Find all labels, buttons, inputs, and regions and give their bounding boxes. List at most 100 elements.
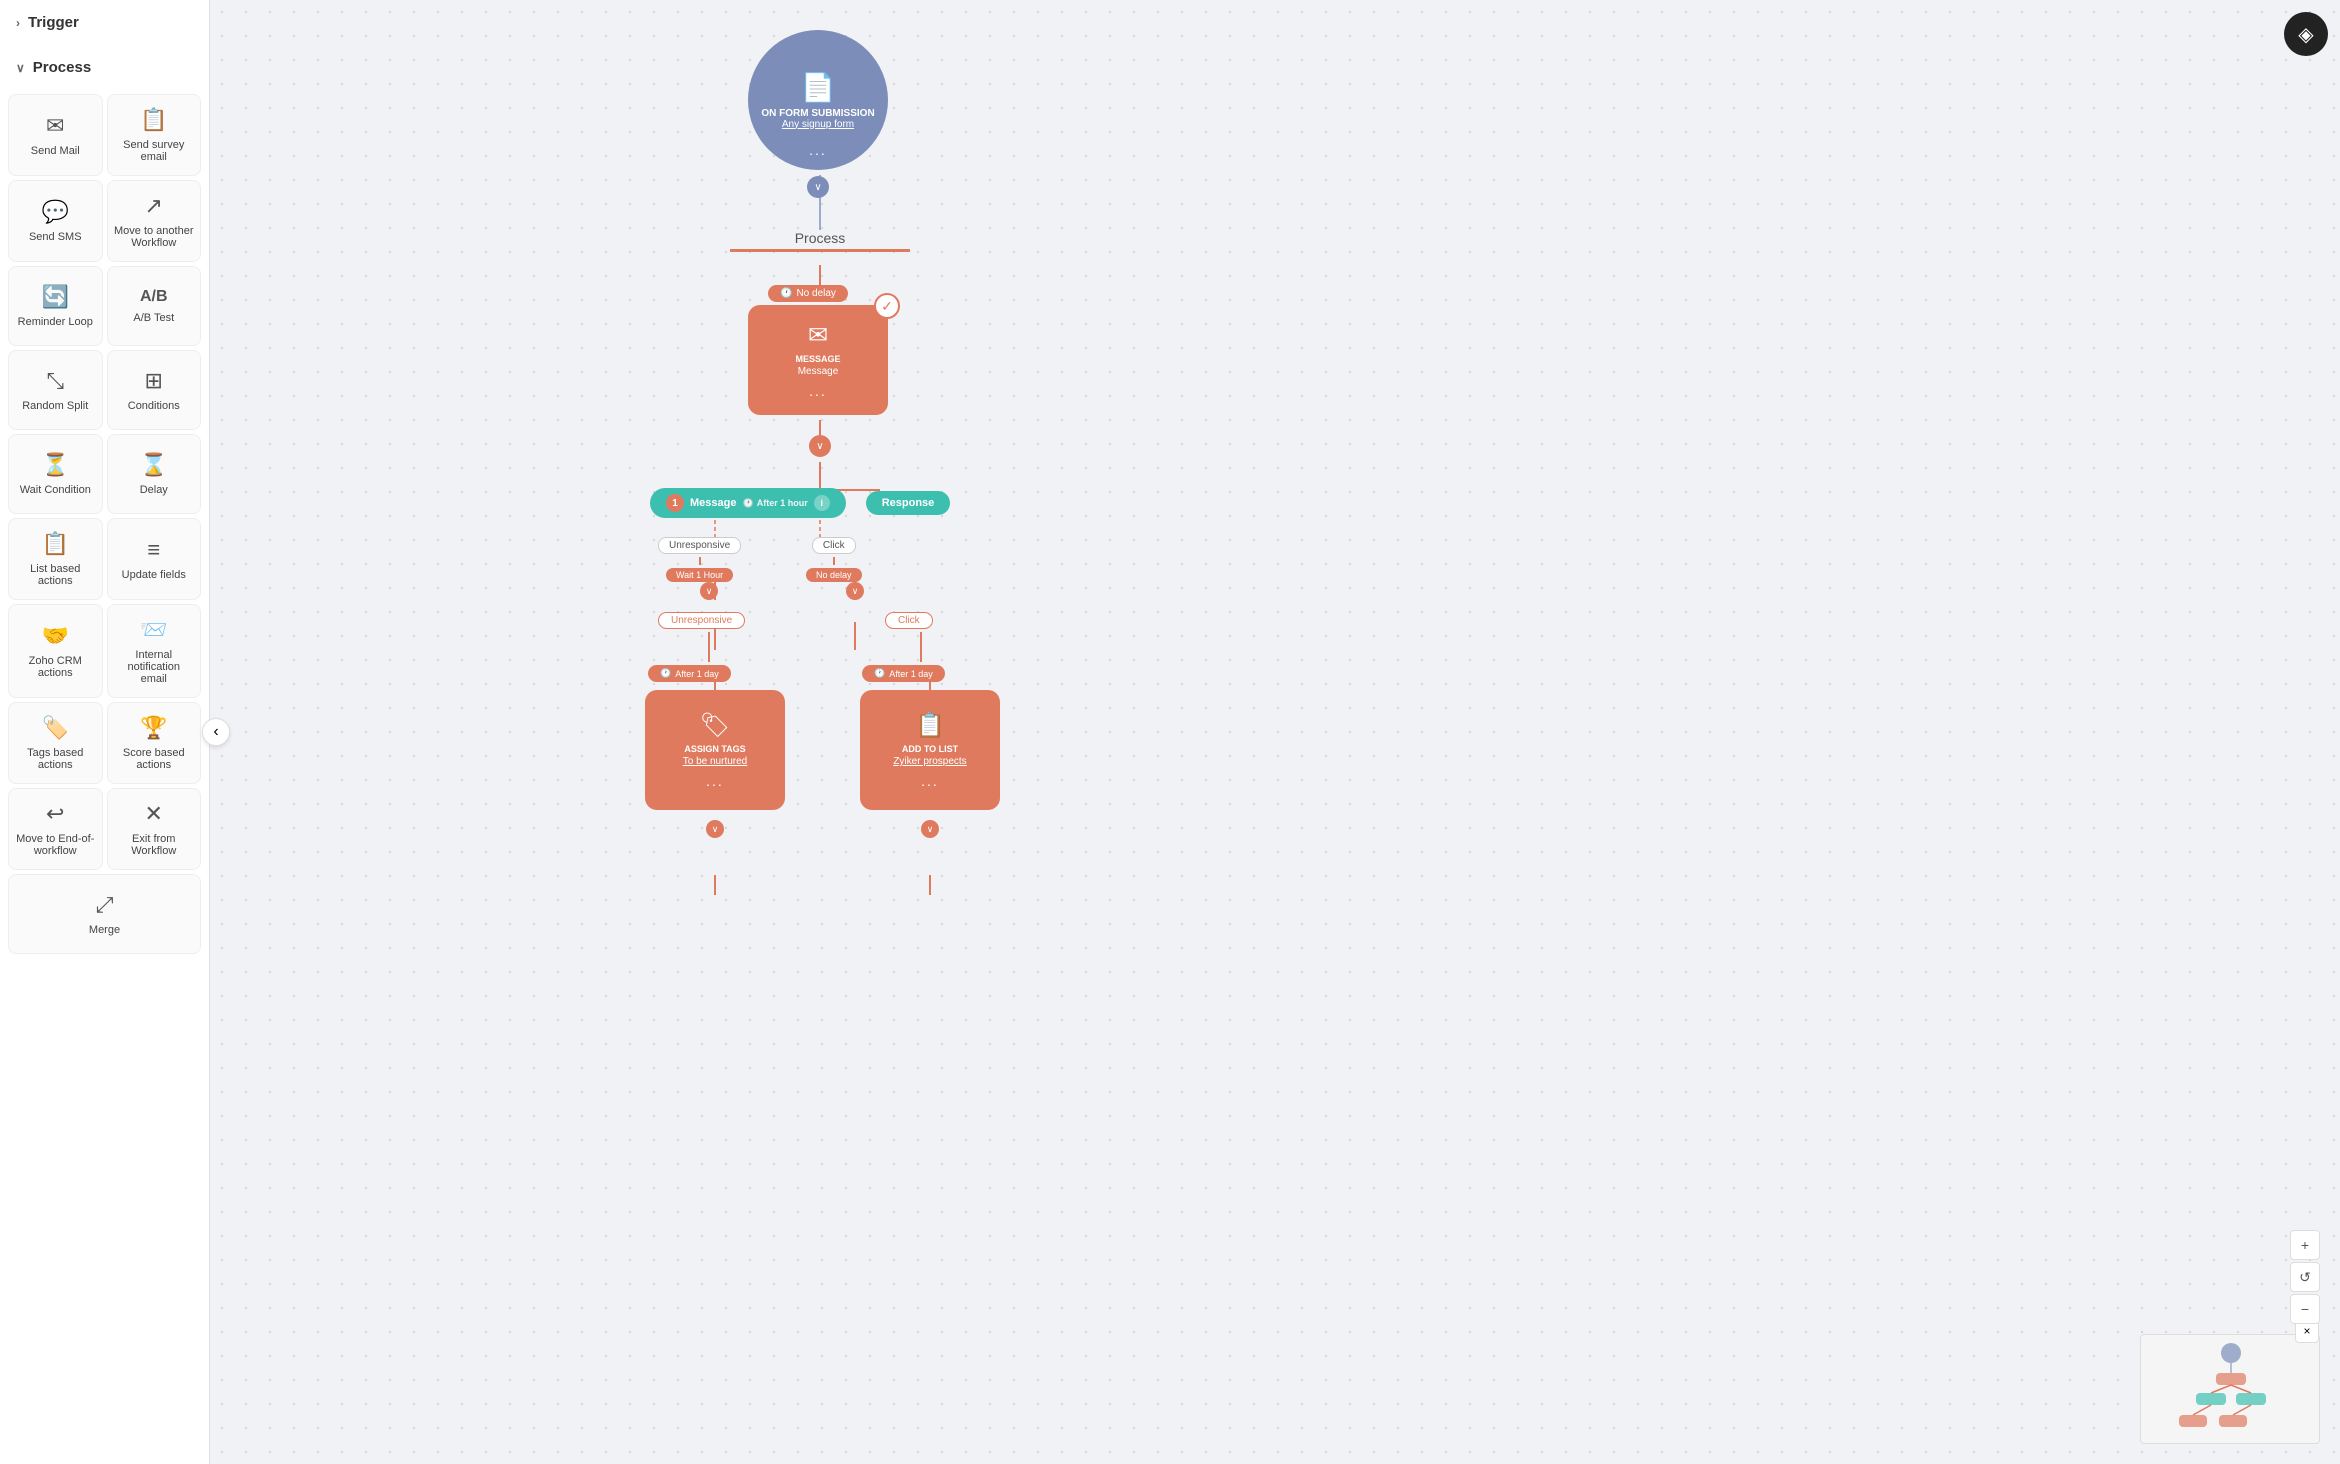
- branch-number: 1: [666, 494, 684, 512]
- chevron-unresponsive: ∨: [700, 582, 718, 600]
- add-to-list-icon: 📋: [915, 711, 945, 740]
- process-chevron: ∨: [16, 61, 25, 75]
- sidebar-item-send-sms[interactable]: 💬 Send SMS: [8, 180, 103, 262]
- toggle-sidebar-button[interactable]: ‹: [202, 718, 230, 746]
- sidebar-item-score-based-actions[interactable]: 🏆 Score based actions: [107, 702, 202, 784]
- trigger-section[interactable]: › Trigger: [0, 0, 209, 45]
- message-branch[interactable]: 1 Message 🕐 After 1 hour i: [650, 488, 846, 518]
- process-label: Process: [33, 59, 91, 76]
- message-chevron: ∨: [809, 435, 831, 457]
- zoom-out-icon: −: [2301, 1301, 2309, 1317]
- sidebar-grid: ✉ Send Mail 📋 Send survey email 💬 Send S…: [0, 90, 209, 958]
- wait-condition-icon: ⏳: [42, 452, 69, 478]
- minimap-svg: [2141, 1335, 2321, 1445]
- vert-line2: [833, 557, 835, 565]
- sidebar-item-zoho-crm[interactable]: 🤝 Zoho CRM actions: [8, 604, 103, 698]
- chevron-left-bottom: ∨: [706, 820, 724, 838]
- sidebar-item-send-mail[interactable]: ✉ Send Mail: [8, 94, 103, 176]
- clock-icon3: 🕐: [660, 668, 671, 679]
- sidebar-item-label: Delay: [140, 484, 168, 496]
- branch-message-label: Message: [690, 497, 736, 509]
- sidebar-item-internal-notification[interactable]: 📨 Internal notification email: [107, 604, 202, 698]
- info-icon: i: [814, 495, 830, 511]
- zoom-in-icon: +: [2301, 1237, 2309, 1253]
- chevron2: ∨: [846, 582, 864, 600]
- top-logo: ◈: [2284, 12, 2328, 56]
- assign-tags-sub: To be nurtured: [683, 756, 748, 767]
- right-after-label: After 1 day: [889, 669, 933, 679]
- sidebar-item-exit-workflow[interactable]: ✕ Exit from Workflow: [107, 788, 202, 870]
- sidebar-item-delay[interactable]: ⌛ Delay: [107, 434, 202, 514]
- trigger-node[interactable]: 📄 ON FORM SUBMISSION Any signup form ...…: [748, 30, 888, 170]
- merge-icon: ⤢: [96, 892, 114, 918]
- sidebar-item-list-based-actions[interactable]: 📋 List based actions: [8, 518, 103, 600]
- wait-1hour-badge: Wait 1 Hour: [666, 568, 733, 582]
- message-icon: ✉: [808, 321, 828, 350]
- message-dots: ...: [809, 383, 827, 399]
- chevron-click: ∨: [846, 582, 864, 600]
- reminder-loop-icon: 🔄: [42, 284, 69, 310]
- sidebar-item-ab-test[interactable]: A/B A/B Test: [107, 266, 202, 346]
- branch-message-sub: 🕐 After 1 hour: [742, 498, 807, 509]
- add-to-list-dots: ...: [921, 773, 939, 789]
- sidebar-item-label: Internal notification email: [114, 649, 195, 685]
- vert-line1: [699, 557, 701, 565]
- trigger-label: Trigger: [28, 14, 79, 31]
- zoom-controls: + ↺ −: [2290, 1230, 2320, 1324]
- trigger-dots: ...: [809, 142, 827, 158]
- add-to-list-sub: Zyiker prospects: [893, 756, 966, 767]
- no-delay-badge[interactable]: 🕐 No delay: [768, 285, 848, 306]
- no-delay-badge2: No delay: [806, 568, 862, 582]
- add-to-list-node[interactable]: 📋 ADD TO LIST Zyiker prospects ...: [860, 690, 1000, 810]
- process-text: Process: [700, 230, 940, 246]
- bottom-click-text: Click: [885, 612, 933, 629]
- delay-badge-inner: 🕐 No delay: [768, 285, 848, 302]
- chevron-circle: ∨: [809, 435, 831, 457]
- toggle-sidebar-icon: ‹: [213, 723, 218, 741]
- sidebar-item-random-split[interactable]: ⤡ Random Split: [8, 350, 103, 430]
- sidebar-item-update-fields[interactable]: ≡ Update fields: [107, 518, 202, 600]
- sidebar-item-send-survey-email[interactable]: 📋 Send survey email: [107, 94, 202, 176]
- sidebar-item-label: Update fields: [122, 569, 186, 581]
- sidebar-item-merge[interactable]: ⤢ Merge: [8, 874, 201, 954]
- assign-tags-title: ASSIGN TAGS: [684, 744, 745, 754]
- unresponsive-column: Unresponsive Wait 1 Hour: [658, 537, 741, 582]
- unresponsive-wait-node: Unresponsive Wait 1 Hour: [658, 537, 741, 582]
- bottom-click-label: Click: [885, 610, 933, 629]
- sidebar-item-label: Random Split: [22, 400, 88, 412]
- process-label: Process: [700, 230, 940, 252]
- sidebar-item-wait-condition[interactable]: ⏳ Wait Condition: [8, 434, 103, 514]
- clock-icon4: 🕐: [874, 668, 885, 679]
- sidebar-item-reminder-loop[interactable]: 🔄 Reminder Loop: [8, 266, 103, 346]
- move-end-workflow-icon: ↩: [46, 801, 64, 827]
- delay-icon: ⌛: [140, 452, 167, 478]
- sidebar-item-label: Zoho CRM actions: [15, 655, 96, 679]
- add-to-list-inner[interactable]: 📋 ADD TO LIST Zyiker prospects ...: [860, 690, 1000, 810]
- message-node-inner[interactable]: ✓ ✉ MESSAGE Message ...: [748, 305, 888, 415]
- sidebar-item-move-workflow[interactable]: ↗ Move to another Workflow: [107, 180, 202, 262]
- message-node[interactable]: ✓ ✉ MESSAGE Message ...: [748, 305, 888, 415]
- process-section[interactable]: ∨ Process: [0, 45, 209, 90]
- assign-tags-node[interactable]: 🏷 ASSIGN TAGS To be nurtured ...: [645, 690, 785, 810]
- sidebar-item-conditions[interactable]: ⊞ Conditions: [107, 350, 202, 430]
- sidebar-item-move-end-workflow[interactable]: ↩ Move to End-of-workflow: [8, 788, 103, 870]
- clock-icon2: 🕐: [742, 498, 753, 509]
- zoom-out-button[interactable]: −: [2290, 1294, 2320, 1324]
- sidebar-item-label: Merge: [89, 924, 120, 936]
- zoom-in-button[interactable]: +: [2290, 1230, 2320, 1260]
- sidebar-item-label: Conditions: [128, 400, 180, 412]
- trigger-circle[interactable]: 📄 ON FORM SUBMISSION Any signup form ...…: [748, 30, 888, 170]
- trigger-title: ON FORM SUBMISSION: [761, 108, 874, 119]
- internal-notification-icon: 📨: [140, 617, 167, 643]
- sidebar: › Trigger ∨ Process ✉ Send Mail 📋 Send s…: [0, 0, 210, 1464]
- response-branch[interactable]: Response: [866, 491, 951, 515]
- assign-tags-inner[interactable]: 🏷 ASSIGN TAGS To be nurtured ...: [645, 690, 785, 810]
- send-survey-icon: 📋: [140, 107, 167, 133]
- sidebar-item-tags-based-actions[interactable]: 🏷️ Tags based actions: [8, 702, 103, 784]
- zoom-reset-button[interactable]: ↺: [2290, 1262, 2320, 1292]
- workflow-canvas: ◈: [210, 0, 2340, 1464]
- conditions-icon: ⊞: [145, 368, 163, 394]
- response-label: Response: [882, 497, 935, 509]
- zoho-crm-icon: 🤝: [42, 623, 69, 649]
- send-mail-icon: ✉: [46, 113, 64, 139]
